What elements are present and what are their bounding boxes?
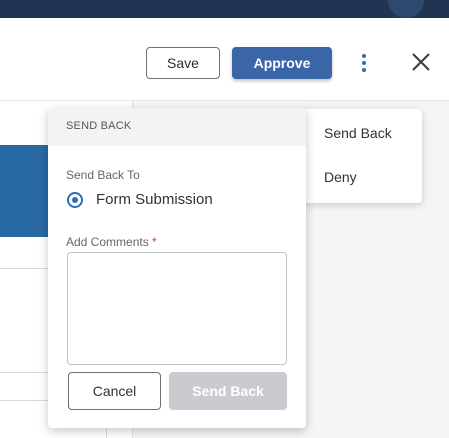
save-button[interactable]: Save	[146, 47, 220, 79]
radio-form-submission[interactable]	[67, 192, 83, 208]
send-back-button[interactable]: Send Back	[169, 372, 287, 410]
record-header: Save Approve	[0, 18, 449, 101]
radio-form-submission-label[interactable]: Form Submission	[96, 191, 213, 208]
close-icon[interactable]	[410, 51, 432, 73]
kebab-vertical-icon[interactable]	[354, 49, 374, 77]
required-marker: *	[152, 235, 157, 249]
cancel-button[interactable]: Cancel	[68, 372, 161, 410]
actions-menu: Send Back Deny	[302, 109, 422, 203]
send-back-to-label: Send Back To	[66, 168, 140, 182]
avatar[interactable]	[388, 0, 424, 18]
panel-title: SEND BACK	[66, 120, 132, 132]
comments-label: Add Comments *	[66, 235, 157, 249]
send-back-panel: SEND BACK Send Back To Form Submission A…	[48, 108, 306, 428]
top-nav-bar	[0, 0, 449, 18]
menu-item-deny[interactable]: Deny	[324, 169, 357, 185]
comments-label-text: Add Comments	[66, 235, 149, 249]
form-section-highlight	[0, 145, 48, 237]
panel-header: SEND BACK	[48, 108, 306, 146]
comments-textarea[interactable]	[67, 252, 287, 365]
menu-item-send-back[interactable]: Send Back	[324, 125, 392, 141]
approve-button[interactable]: Approve	[232, 47, 332, 79]
